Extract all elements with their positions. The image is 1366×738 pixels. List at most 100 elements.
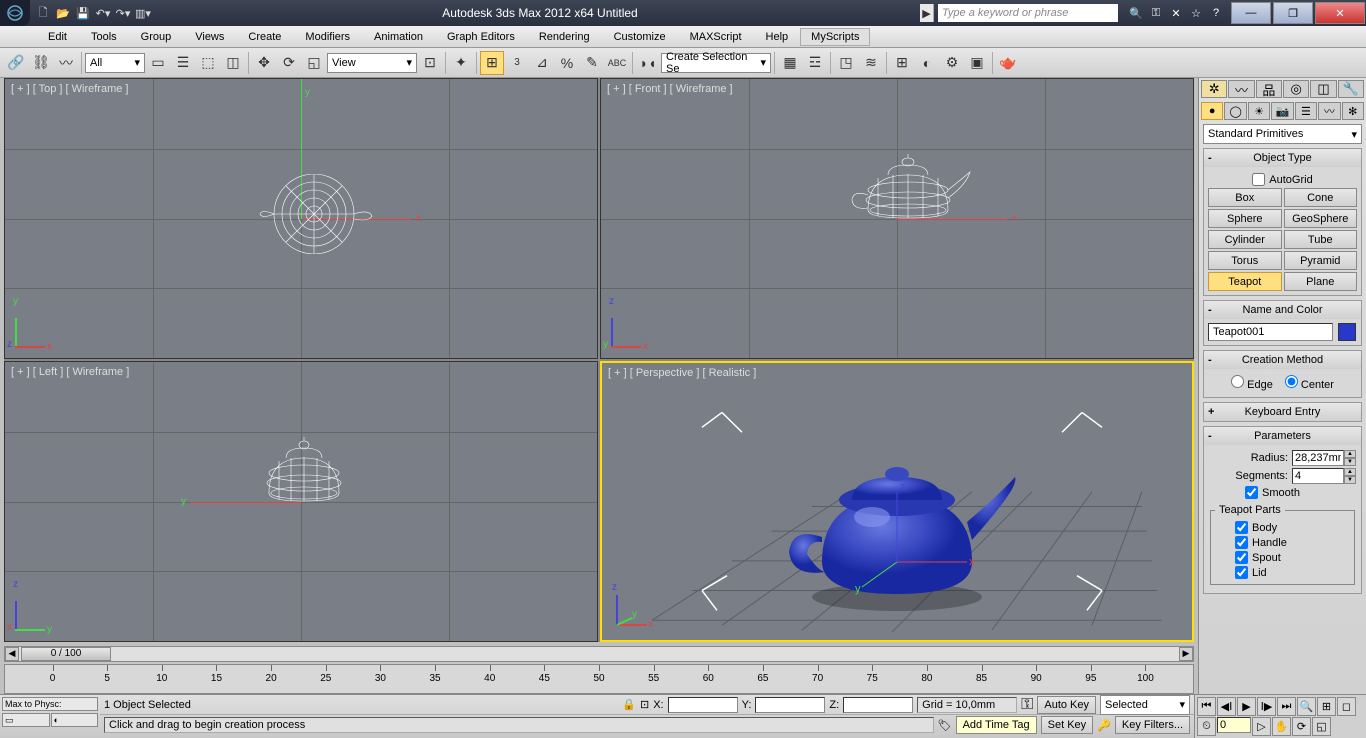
category-dropdown[interactable]: Standard Primitives▾ xyxy=(1203,124,1362,144)
menu-help[interactable]: Help xyxy=(754,28,801,46)
rollout-header[interactable]: -Name and Color xyxy=(1204,301,1361,319)
time-config-icon[interactable]: ⏲ xyxy=(1197,717,1216,736)
object-name-input[interactable] xyxy=(1208,323,1333,341)
exchange-icon[interactable]: ✕ xyxy=(1168,5,1184,21)
angle-snap-icon[interactable]: 3 xyxy=(505,51,529,75)
render-frame-icon[interactable]: ▣ xyxy=(965,51,989,75)
subtab-spacewarps[interactable]: 〰 xyxy=(1318,102,1340,120)
smooth-checkbox[interactable] xyxy=(1245,486,1258,499)
tab-modify[interactable]: 〰 xyxy=(1228,80,1254,98)
menu-animation[interactable]: Animation xyxy=(362,28,435,46)
save-icon[interactable]: 💾 xyxy=(74,4,92,22)
viewport-label[interactable]: [ + ] [ Perspective ] [ Realistic ] xyxy=(608,367,756,379)
object-color-swatch[interactable] xyxy=(1338,323,1356,341)
mini-btn-1[interactable]: ▭ xyxy=(2,713,50,727)
autogrid-checkbox[interactable] xyxy=(1252,173,1265,186)
btn-tube[interactable]: Tube xyxy=(1284,230,1358,249)
maxscript-mini[interactable]: Max to Physc: xyxy=(2,697,98,711)
radio-edge[interactable]: Edge xyxy=(1231,375,1273,391)
autokey-button[interactable]: Auto Key xyxy=(1037,696,1096,714)
mirror-icon[interactable]: ◗◖ xyxy=(636,51,660,75)
btn-teapot[interactable]: Teapot xyxy=(1208,272,1282,291)
selection-filter-dropdown[interactable]: All▾ xyxy=(85,53,145,73)
viewport-label[interactable]: [ + ] [ Front ] [ Wireframe ] xyxy=(607,83,733,95)
next-frame-icon[interactable]: Ⅰ▶ xyxy=(1257,697,1276,716)
select-link-icon[interactable]: 🔗 xyxy=(4,51,28,75)
select-object-icon[interactable]: ▭ xyxy=(146,51,170,75)
prev-frame-icon[interactable]: ◀Ⅰ xyxy=(1217,697,1236,716)
zoom-all-icon[interactable]: ⊞ xyxy=(1317,697,1336,716)
goto-end-icon[interactable]: ⏭ xyxy=(1277,697,1296,716)
subtab-cameras[interactable]: 📷 xyxy=(1271,102,1293,120)
btn-box[interactable]: Box xyxy=(1208,188,1282,207)
mini-btn-2[interactable]: ◐ xyxy=(51,713,99,727)
unlink-icon[interactable]: ⛓ xyxy=(29,51,53,75)
menu-rendering[interactable]: Rendering xyxy=(527,28,602,46)
rollout-header[interactable]: +Keyboard Entry xyxy=(1204,403,1361,421)
viewport-top[interactable]: [ + ] [ Top ] [ Wireframe ] y x y x z xyxy=(4,78,598,359)
render-icon[interactable]: 🫖 xyxy=(996,51,1020,75)
rollout-header[interactable]: -Object Type xyxy=(1204,149,1361,167)
pivot-icon[interactable]: ⊡ xyxy=(418,51,442,75)
coord-y-input[interactable] xyxy=(755,697,825,713)
curve-editor-icon[interactable]: ≋ xyxy=(859,51,883,75)
help-icon[interactable]: ? xyxy=(1208,5,1224,21)
minimize-button[interactable]: — xyxy=(1231,2,1271,24)
rollout-header[interactable]: -Parameters xyxy=(1204,427,1361,445)
favorite-icon[interactable]: ☆ xyxy=(1188,5,1204,21)
tab-hierarchy[interactable]: 品 xyxy=(1256,80,1282,98)
search-go-icon[interactable]: ▶ xyxy=(920,4,934,22)
subtab-shapes[interactable]: ◯ xyxy=(1224,102,1246,120)
menu-customize[interactable]: Customize xyxy=(602,28,678,46)
menu-views[interactable]: Views xyxy=(183,28,236,46)
viewport-label[interactable]: [ + ] [ Left ] [ Wireframe ] xyxy=(11,366,129,378)
subtab-geometry[interactable]: ● xyxy=(1201,102,1223,120)
tab-display[interactable]: ◫ xyxy=(1310,80,1336,98)
new-icon[interactable]: 🗋 xyxy=(34,4,52,22)
tab-utilities[interactable]: 🔧 xyxy=(1338,80,1364,98)
max-toggle-icon[interactable]: ◱ xyxy=(1312,717,1331,736)
chk-body[interactable] xyxy=(1235,521,1248,534)
coord-x-input[interactable] xyxy=(668,697,738,713)
subtab-systems[interactable]: ✻ xyxy=(1342,102,1364,120)
scale-icon[interactable]: ◱ xyxy=(302,51,326,75)
menu-create[interactable]: Create xyxy=(236,28,293,46)
snap-toggle-icon[interactable]: ⊞ xyxy=(480,51,504,75)
align-icon[interactable]: ▦ xyxy=(778,51,802,75)
subtab-lights[interactable]: ☀ xyxy=(1248,102,1270,120)
percent-snap-icon[interactable]: ⊿ xyxy=(530,51,554,75)
time-ruler[interactable]: 0510152025303540455055606570758085909510… xyxy=(4,664,1194,694)
menu-edit[interactable]: Edit xyxy=(36,28,79,46)
btn-sphere[interactable]: Sphere xyxy=(1208,209,1282,228)
zoom-extents-icon[interactable]: ◻ xyxy=(1337,697,1356,716)
search-input[interactable]: Type a keyword or phrase xyxy=(938,4,1118,22)
add-time-tag-button[interactable]: Add Time Tag xyxy=(956,716,1037,734)
pan-icon[interactable]: ✋ xyxy=(1272,717,1291,736)
chk-lid[interactable] xyxy=(1235,566,1248,579)
time-slider-track[interactable]: ◀ 0 / 100 ▶ xyxy=(4,646,1194,662)
viewport-label[interactable]: [ + ] [ Top ] [ Wireframe ] xyxy=(11,83,128,95)
orbit-icon[interactable]: ⟳ xyxy=(1292,717,1311,736)
tab-create[interactable]: ✲ xyxy=(1201,80,1227,98)
move-icon[interactable]: ✥ xyxy=(252,51,276,75)
coord-toggle-icon[interactable]: ⊡ xyxy=(640,698,649,711)
open-icon[interactable]: 📂 xyxy=(54,4,72,22)
menu-modifiers[interactable]: Modifiers xyxy=(293,28,362,46)
undo-icon[interactable]: ↶▾ xyxy=(94,4,112,22)
subtab-helpers[interactable]: ☰ xyxy=(1295,102,1317,120)
chk-handle[interactable] xyxy=(1235,536,1248,549)
select-by-name-icon[interactable]: ☰ xyxy=(171,51,195,75)
goto-start-icon[interactable]: ⏮ xyxy=(1197,697,1216,716)
keyfilters-button[interactable]: Key Filters... xyxy=(1115,716,1190,734)
btn-pyramid[interactable]: Pyramid xyxy=(1284,251,1358,270)
zoom-icon[interactable]: 🔍 xyxy=(1297,697,1316,716)
btn-cylinder[interactable]: Cylinder xyxy=(1208,230,1282,249)
render-setup-icon[interactable]: ⚙ xyxy=(940,51,964,75)
key-big-icon[interactable]: 🔑 xyxy=(1097,719,1111,732)
tag-icon[interactable]: 🏷 xyxy=(938,719,952,732)
key-icon[interactable]: ⚿ xyxy=(1021,696,1033,714)
lock-icon[interactable]: 🔒 xyxy=(622,698,636,711)
spinner-snap-icon[interactable]: % xyxy=(555,51,579,75)
project-icon[interactable]: ▥▾ xyxy=(134,4,152,22)
current-frame-input[interactable] xyxy=(1217,717,1251,733)
